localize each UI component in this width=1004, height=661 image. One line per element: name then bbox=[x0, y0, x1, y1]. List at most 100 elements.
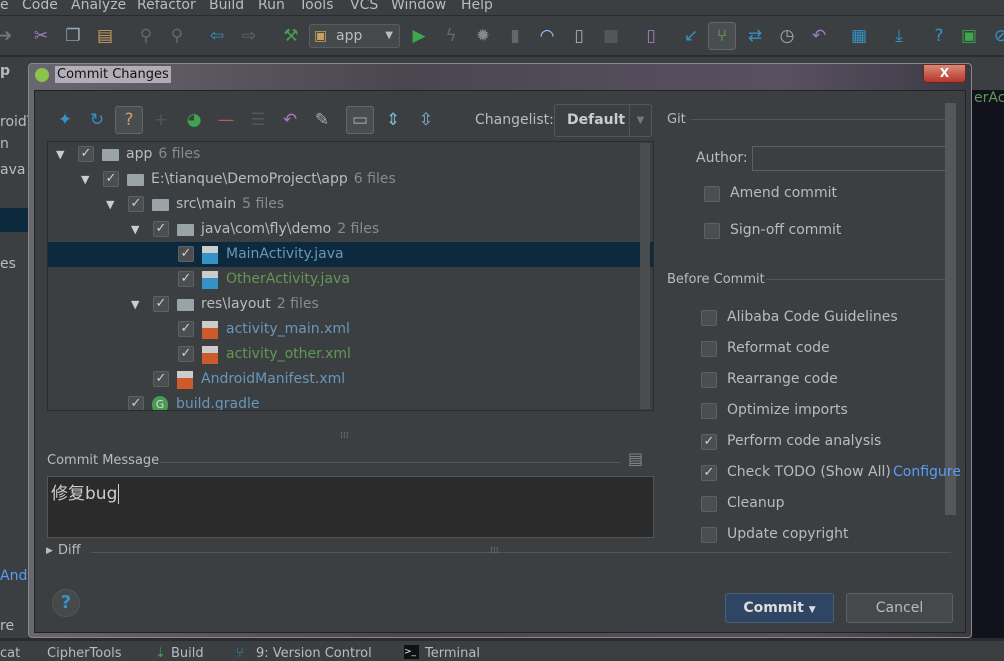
run-icon[interactable]: ▶ bbox=[408, 25, 430, 47]
menu-tools[interactable]: Tools bbox=[299, 0, 334, 13]
checkbox[interactable] bbox=[701, 341, 717, 357]
project-item[interactable]: re bbox=[0, 618, 14, 634]
refresh-changes-icon[interactable]: ✦ bbox=[54, 109, 76, 131]
history-icon[interactable]: ◷ bbox=[776, 25, 798, 47]
avd-manager-icon[interactable]: ▯ bbox=[640, 25, 662, 47]
cancel-button[interactable]: Cancel bbox=[846, 593, 953, 623]
find-icon[interactable]: ⚲ bbox=[135, 25, 157, 47]
edit-source-icon[interactable]: ✎ bbox=[311, 109, 333, 131]
checkbox[interactable] bbox=[701, 310, 717, 326]
collapse-all-icon[interactable]: ⇳ bbox=[415, 109, 437, 131]
diff-expand-icon[interactable]: ▶ bbox=[46, 546, 53, 556]
group-by-directory-icon[interactable]: ▭ bbox=[346, 106, 374, 134]
tool-version-control[interactable]: 9: Version Control bbox=[256, 646, 372, 661]
file-checkbox[interactable]: ✓ bbox=[153, 296, 169, 312]
help-button[interactable]: ? bbox=[52, 589, 80, 617]
add-icon[interactable]: + bbox=[150, 109, 172, 131]
vcs-update-icon[interactable]: ↙ bbox=[680, 25, 702, 47]
project-item[interactable]: Andr bbox=[0, 568, 28, 584]
sdk-manager-icon[interactable]: ⤓ bbox=[888, 25, 910, 47]
options-scrollbar[interactable] bbox=[945, 103, 956, 515]
checkbox[interactable]: ✓ bbox=[701, 434, 717, 450]
checkbox[interactable] bbox=[701, 527, 717, 543]
nav-back-icon[interactable]: ⇦ bbox=[206, 25, 228, 47]
tool-ciphertools[interactable]: CipherTools bbox=[47, 646, 122, 661]
help-icon[interactable]: ? bbox=[928, 25, 950, 47]
tree-row[interactable]: ✓ activity_main.xml bbox=[48, 317, 653, 342]
file-checkbox[interactable]: ✓ bbox=[178, 321, 194, 337]
remove-icon[interactable]: — bbox=[215, 109, 237, 131]
tree-row[interactable]: ▼ ✓ java\com\fly\demo 2 files bbox=[48, 217, 653, 242]
breadcrumb[interactable]: p bbox=[0, 63, 10, 79]
menu-window[interactable]: Window bbox=[391, 0, 446, 13]
tree-row[interactable]: ✓ activity_other.xml bbox=[48, 342, 653, 367]
checkbox[interactable]: ✓ bbox=[701, 465, 717, 481]
splitter-handle[interactable]: ⁞⁞⁞ bbox=[490, 546, 499, 556]
stop-icon[interactable]: ■ bbox=[600, 25, 622, 47]
debug-icon[interactable]: ✹ bbox=[472, 25, 494, 47]
commit-message-history-icon[interactable]: ▤ bbox=[628, 449, 643, 468]
tree-row[interactable]: ▼ ✓ app 6 files bbox=[48, 142, 653, 167]
file-checkbox[interactable]: ✓ bbox=[178, 271, 194, 287]
checkbox[interactable] bbox=[701, 403, 717, 419]
splitter-handle[interactable]: ⁞⁞⁞ bbox=[340, 431, 349, 441]
menu-file[interactable]: e bbox=[0, 0, 9, 13]
project-item-selected[interactable] bbox=[0, 208, 28, 232]
coverage-icon[interactable]: ▮ bbox=[504, 25, 526, 47]
apply-changes-icon[interactable]: ϟ bbox=[440, 25, 462, 47]
project-item[interactable]: ava bbox=[0, 162, 25, 178]
menu-vcs[interactable]: VCS bbox=[350, 0, 378, 13]
nav-forward-icon[interactable]: ⇨ bbox=[238, 25, 260, 47]
checkbox[interactable] bbox=[704, 223, 720, 239]
paste-icon[interactable]: ▤ bbox=[94, 25, 116, 47]
group-by-icon[interactable]: ☰ bbox=[247, 109, 269, 131]
checkbox[interactable] bbox=[701, 496, 717, 512]
run-config-select[interactable]: ▣ app ▼ bbox=[309, 24, 400, 48]
tree-scrollbar[interactable] bbox=[640, 143, 650, 409]
menu-build[interactable]: Build bbox=[209, 0, 244, 13]
back-icon[interactable]: ➔ bbox=[0, 25, 16, 47]
show-unversioned-icon[interactable]: ? bbox=[115, 106, 143, 134]
menu-help[interactable]: Help bbox=[461, 0, 493, 13]
power-save-icon[interactable]: ⊘ bbox=[990, 25, 1004, 47]
commit-button[interactable]: Commit ▼ bbox=[725, 593, 834, 623]
revert-icon[interactable]: ↶ bbox=[279, 109, 301, 131]
project-structure-icon[interactable]: ▦ bbox=[848, 25, 870, 47]
checkbox[interactable] bbox=[701, 372, 717, 388]
configure-link[interactable]: Configure bbox=[893, 464, 961, 480]
expand-triangle-icon[interactable]: ▼ bbox=[131, 292, 139, 317]
diff-toggle[interactable]: Diff bbox=[58, 543, 81, 558]
rollback-sync-icon[interactable]: ↻ bbox=[86, 109, 108, 131]
vcs-commit-icon[interactable]: ⑂ bbox=[708, 22, 736, 50]
tree-row[interactable]: ▼ ✓ res\layout 2 files bbox=[48, 292, 653, 317]
tree-row[interactable]: ✓ Gbuild.gradle bbox=[48, 392, 653, 410]
project-item[interactable]: es bbox=[0, 256, 16, 272]
editor-tab[interactable]: erAc bbox=[974, 90, 1004, 106]
menu-run[interactable]: Run bbox=[258, 0, 285, 13]
author-input[interactable] bbox=[752, 146, 954, 171]
expand-triangle-icon[interactable]: ▼ bbox=[56, 142, 64, 167]
file-checkbox[interactable]: ✓ bbox=[103, 171, 119, 187]
file-checkbox[interactable]: ✓ bbox=[128, 396, 144, 410]
file-checkbox[interactable]: ✓ bbox=[153, 371, 169, 387]
project-item[interactable]: roidT bbox=[0, 114, 28, 130]
menu-code[interactable]: Code bbox=[22, 0, 58, 13]
expand-triangle-icon[interactable]: ▼ bbox=[131, 217, 139, 242]
monitor-icon[interactable]: ▣ bbox=[958, 25, 980, 47]
file-checkbox[interactable]: ✓ bbox=[153, 221, 169, 237]
tree-row[interactable]: ✓ MainActivity.java bbox=[48, 242, 653, 267]
checkbox[interactable] bbox=[704, 186, 720, 202]
file-checkbox[interactable]: ✓ bbox=[128, 196, 144, 212]
replace-icon[interactable]: ⚲ bbox=[166, 25, 188, 47]
changelist-select[interactable]: Default ▼ bbox=[554, 104, 652, 137]
file-checkbox[interactable]: ✓ bbox=[178, 246, 194, 262]
cut-icon[interactable]: ✂ bbox=[30, 25, 52, 47]
expand-triangle-icon[interactable]: ▼ bbox=[106, 192, 114, 217]
close-button[interactable]: X bbox=[923, 64, 966, 83]
expand-all-icon[interactable]: ⇕ bbox=[382, 109, 404, 131]
file-checkbox[interactable]: ✓ bbox=[178, 346, 194, 362]
tree-row[interactable]: ▼ ✓ E:\tianque\DemoProject\app 6 files bbox=[48, 167, 653, 192]
commit-message-input[interactable]: 修复bug bbox=[47, 476, 654, 538]
build-hammer-icon[interactable]: ⚒ bbox=[280, 25, 302, 47]
tool-logcat[interactable]: cat bbox=[0, 646, 20, 661]
